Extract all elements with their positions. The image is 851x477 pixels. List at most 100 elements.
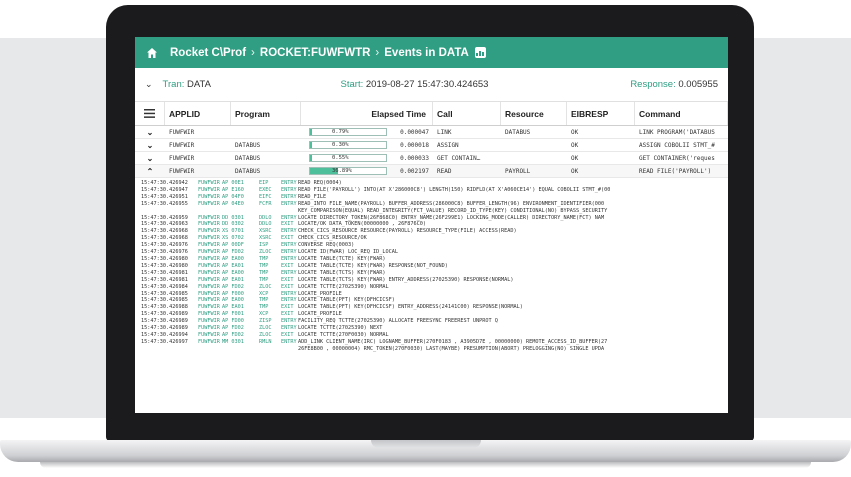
chart-icon[interactable]	[474, 47, 486, 58]
log-line: 15:47:30.426988 FUWFWIR AP EA01 TMP EXIT LOCA…	[141, 304, 728, 311]
log-line: 15:47:30.426980 FUWFWIR AP EA01 TMP EXIT LOCA…	[141, 263, 728, 270]
elapsed-value: 0.000018	[400, 141, 429, 149]
chevron-down-icon[interactable]: ⌄	[135, 141, 165, 150]
transaction-summary: ⌄ Tran: DATA Start: 2019-08-27 15:47:30.…	[135, 68, 728, 102]
log-timestamp: 15:47:30.426981	[141, 276, 188, 283]
log-text: READ_INTO FILE_NAME(PAYROLL) BUFFER_ADDR…	[298, 200, 605, 207]
log-phase: ENTRY	[281, 186, 297, 193]
column-command[interactable]: Command	[635, 102, 728, 125]
table-row[interactable]: ⌄ FUWFWIR DATABUS 0.30% 0.000018 ASSIGN OK ASSI…	[135, 139, 728, 152]
cell-applid: FUWFWIR	[169, 141, 195, 149]
log-applid: FUWFWIR	[198, 193, 220, 200]
cell-call: LINK	[437, 128, 452, 136]
menu-icon[interactable]	[135, 102, 165, 125]
home-icon[interactable]	[146, 47, 158, 59]
log-line: 15:47:30.426989 FUWFWIR AP FD02 ZLOC ENTRY LO…	[141, 325, 728, 332]
log-timestamp: 15:47:30.426997	[141, 338, 188, 345]
log-timestamp: 15:47:30.426959	[141, 214, 188, 221]
log-phase: ENTRY	[281, 269, 297, 276]
log-text: LOCATE TABLE(TCTS) KEY(FWAR)	[298, 269, 386, 276]
log-applid: FUWFWIR	[198, 221, 220, 228]
elapsed-value: 0.000033	[400, 154, 429, 162]
breadcrumb-separator: ›	[375, 46, 380, 59]
breadcrumb-region[interactable]: ROCKET:FUWFWTR	[260, 47, 371, 59]
start-value: 2019-08-27 15:47:30.424653	[365, 79, 489, 90]
log-phase: ENTRY	[281, 242, 297, 249]
breadcrumb-separator: ›	[251, 46, 255, 59]
log-timestamp: 15:47:30.426980	[141, 262, 188, 269]
cell-elapsed-time: 0.79% 0.000047	[301, 128, 433, 136]
breadcrumb-root[interactable]: Rocket C\Prof	[170, 47, 246, 59]
log-domain: AP 00DF	[222, 242, 244, 249]
column-eibresp[interactable]: EIBRESP	[567, 102, 635, 125]
log-module: EIP	[259, 180, 269, 186]
log-module: TMP	[259, 297, 269, 304]
log-text: FACILITY_REQ TCTTE(27025390) ALLOCATE FR…	[298, 318, 498, 325]
cell-eibresp: OK	[571, 167, 579, 175]
cell-program: DATABUS	[235, 167, 261, 175]
elapsed-percent: 36.89%	[332, 168, 352, 174]
log-timestamp: 15:47:30.426994	[141, 331, 188, 338]
log-timestamp: 15:47:30.426984	[141, 283, 188, 290]
log-applid: FUWFWIR	[198, 228, 220, 235]
table-row[interactable]: ⌄ FUWFWIR 0.79% 0.000047 LINK DATABUS OK LINK P…	[135, 126, 728, 139]
log-text: LOCATE TABLE(PFT) KEY(DFHCICSF) ENTRY_AD…	[298, 304, 523, 311]
log-timestamp: 15:47:30.426963	[141, 221, 188, 228]
column-program[interactable]: Program	[231, 102, 301, 125]
column-resource[interactable]: Resource	[501, 102, 567, 125]
laptop-screen: Rocket C\Prof › ROCKET:FUWFWTR › Events …	[135, 37, 728, 413]
column-call[interactable]: Call	[433, 102, 501, 125]
chevron-down-icon[interactable]: ⌄	[135, 128, 165, 137]
elapsed-bar: 0.55%	[309, 154, 387, 162]
tran-value: DATA	[187, 79, 211, 90]
table-row[interactable]: ⌄ FUWFWIR DATABUS 0.55% 0.000033 GET CONTAIN……	[135, 152, 728, 165]
trace-log: 15:47:30.426942 FUWFWIR AP 00E1 EIP ENTRY REA…	[135, 178, 728, 353]
log-line: 15:47:30.426976 FUWFWIR AP FD02 ZLOC ENTRY LO…	[141, 249, 728, 256]
log-timestamp: 15:47:30.426989	[141, 325, 188, 332]
elapsed-value: 0.000047	[400, 128, 429, 136]
chevron-up-icon[interactable]: ⌃	[135, 167, 165, 176]
log-applid: FUWFWIR	[198, 318, 220, 325]
tran-info: Tran: DATA	[162, 79, 211, 90]
header-bar: Rocket C\Prof › ROCKET:FUWFWTR › Events …	[135, 37, 728, 68]
log-phase: EXIT	[281, 235, 294, 242]
log-timestamp: 15:47:30.426976	[141, 249, 188, 256]
log-applid: FUWFWIR	[198, 235, 220, 242]
log-line: 15:47:30.426942 FUWFWIR AP 00E1 EIP ENTRY REA…	[141, 180, 728, 187]
elapsed-bar-fill	[310, 155, 312, 161]
log-line: 15:47:30.426959 FUWFWIR DD 0301 DDLO ENTRY LO…	[141, 215, 728, 222]
log-module: FCFR	[259, 200, 272, 207]
elapsed-percent: 0.55%	[332, 155, 349, 161]
log-domain: XS 0701	[222, 228, 244, 235]
log-module: ZLOC	[259, 331, 272, 338]
log-text: CONVERSE REQ(0003)	[298, 242, 355, 249]
log-line: 15:47:30.426947 FUWFWIR AP E160 EXEC ENTRY RE…	[141, 187, 728, 194]
log-domain: AP EA01	[222, 304, 244, 311]
chevron-down-icon[interactable]: ⌄	[135, 154, 165, 163]
elapsed-bar: 0.79%	[309, 128, 387, 136]
log-timestamp: 15:47:30.426955	[141, 200, 188, 207]
response-value: 0.005955	[678, 79, 718, 90]
chevron-down-icon[interactable]: ⌄	[145, 79, 153, 90]
cell-eibresp: OK	[571, 128, 579, 136]
cell-program: DATABUS	[235, 141, 261, 149]
log-domain: AP EA00	[222, 255, 244, 262]
log-timestamp: 15:47:30.426947	[141, 186, 188, 193]
cell-command: READ FILE('PAYROLL')	[639, 167, 712, 175]
cell-resource: PAYROLL	[505, 167, 531, 175]
log-applid: FUWFWIR	[198, 338, 220, 345]
log-module: ZISP	[259, 318, 272, 325]
log-phase: ENTRY	[281, 214, 297, 221]
log-timestamp: 15:47:30.426985	[141, 290, 188, 297]
log-domain: AP EA01	[222, 262, 244, 269]
elapsed-percent: 0.30%	[332, 142, 349, 148]
log-domain: AP FD00	[222, 318, 244, 325]
column-elapsed-time[interactable]: Elapsed Time	[301, 102, 433, 125]
events-table-body: ⌄ FUWFWIR 0.79% 0.000047 LINK DATABUS OK LINK P…	[135, 126, 728, 178]
column-applid[interactable]: APPLID	[165, 102, 231, 125]
log-line: 15:47:30.426976 FUWFWIR AP 00DF ISP ENTRY CON…	[141, 242, 728, 249]
log-domain: AP 04E0	[222, 200, 244, 207]
log-phase: ENTRY	[281, 200, 297, 207]
log-phase: EXIT	[281, 262, 294, 269]
table-row[interactable]: ⌃ FUWFWIR DATABUS 36.89% 0.002197 READ PAYROLL…	[135, 165, 728, 178]
